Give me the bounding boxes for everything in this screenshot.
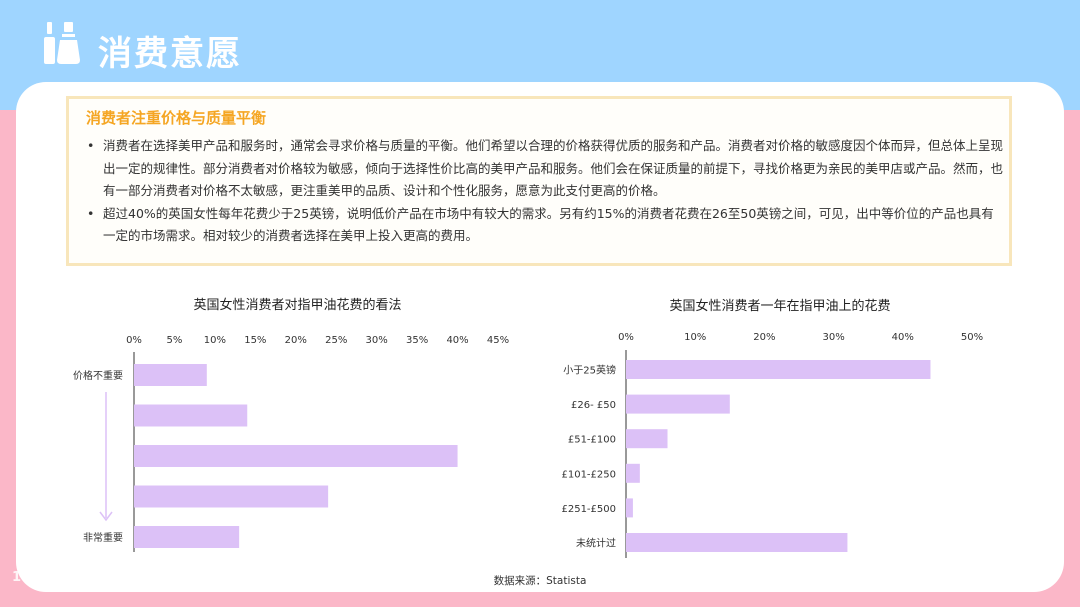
x-tick-label: 15% [244,335,266,346]
x-tick-label: 20% [753,332,775,343]
brand-logo: 100 大数跨境 [12,570,125,596]
bar [626,394,730,414]
x-tick-label: 45% [487,335,509,346]
bar [626,429,668,449]
category-label: 非常重要 [83,531,123,544]
category-label: £51-£100 [568,435,616,446]
x-tick-label: 0% [126,335,142,346]
bar [134,404,248,427]
chart-2-title: 英国女性消费者一年在指甲油上的花费 [669,299,891,314]
summary-box: 消费者注重价格与质量平衡 消费者在选择美甲产品和服务时，通常会寻求价格与质量的平… [66,96,1012,266]
x-tick-label: 30% [822,332,844,343]
category-label: £101-£250 [561,469,616,480]
x-tick-label: 35% [406,335,428,346]
category-label: £251-£500 [561,504,616,515]
x-tick-label: 10% [204,335,226,346]
bar [134,485,329,508]
bar [626,463,640,483]
bar [626,533,848,552]
page-title: 消费意愿 [98,34,242,74]
chart-spending: 0% 10% 20% 30% 40% 50% 小于25英镑 £26- £50 £51-£100 £… [561,332,983,558]
bar [626,498,633,518]
bar [134,364,207,386]
bar [134,445,458,467]
x-tick-label: 40% [446,335,468,346]
summary-list: 消费者在选择美甲产品和服务时，通常会寻求价格与质量的平衡。他们希望以合理的价格获… [85,135,1003,248]
x-tick-label: 30% [366,335,388,346]
data-source: 数据来源：Statista [493,575,587,587]
summary-bullet: 超过40%的英国女性每年花费少于25英镑，说明低价产品在市场中有较大的需求。另有… [85,203,1003,248]
logo-text: 大数跨境 [49,574,126,595]
category-label: 未统计过 [576,537,616,550]
category-label: £26- £50 [571,400,616,411]
x-tick-label: 5% [167,335,183,346]
chart-perception: 0% 5% 10% 15% 20% 25% 30% 35% 40% 45% 价格不重要非常重要 [73,335,509,552]
logo-mark: 100 [12,570,43,585]
x-tick-label: 40% [892,332,914,343]
x-tick-label: 20% [285,335,307,346]
x-tick-label: 0% [618,332,634,343]
x-tick-label: 10% [684,332,706,343]
x-tick-label: 25% [325,335,347,346]
x-tick-label: 50% [961,332,983,343]
bar [134,526,240,548]
nail-polish-icon [44,22,80,64]
summary-heading: 消费者注重价格与质量平衡 [86,109,267,127]
summary-bullet: 消费者在选择美甲产品和服务时，通常会寻求价格与质量的平衡。他们希望以合理的价格获… [85,135,1003,203]
bar [626,360,931,379]
chart-1-title: 英国女性消费者对指甲油花费的看法 [193,298,402,313]
category-label: 小于25英镑 [563,364,616,377]
category-label: 价格不重要 [73,369,123,382]
